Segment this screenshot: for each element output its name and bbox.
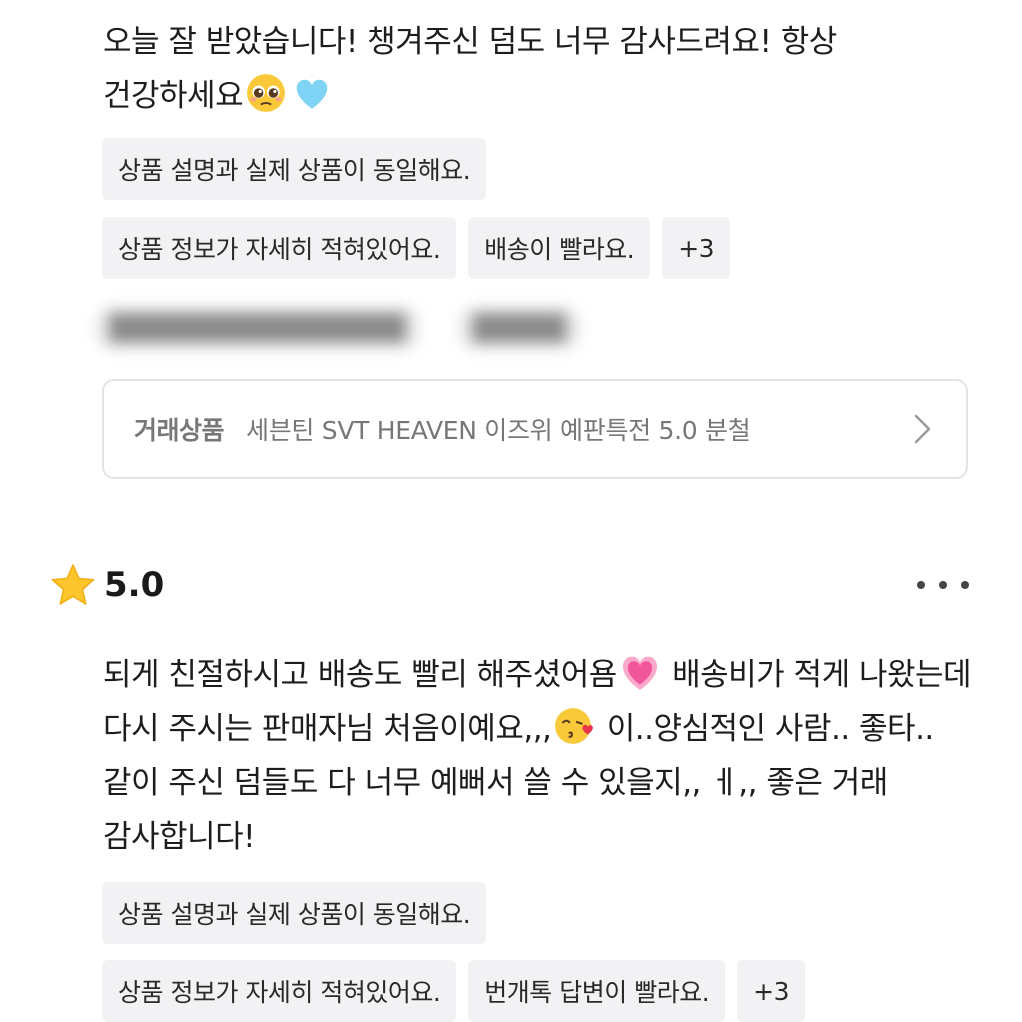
review-tag: 상품 정보가 자세히 적혀있어요. xyxy=(102,217,457,279)
blurred-text: ████████████████ xyxy=(96,306,420,350)
blurred-text: █████ xyxy=(459,306,580,350)
rating-row: 5.0 xyxy=(50,562,164,608)
light-blue-heart-emoji xyxy=(296,79,328,109)
blurred-reviewer-info: ████████████████ █████ xyxy=(96,306,580,350)
more-dot xyxy=(939,581,947,589)
chevron-right-icon xyxy=(914,414,931,444)
growing-heart-emoji xyxy=(622,656,657,690)
more-tags-button[interactable]: +3 xyxy=(737,960,805,1022)
tag-row: 상품 정보가 자세히 적혀있어요. 번개톡 답변이 빨라요. +3 xyxy=(102,960,805,1022)
review-body: 오늘 잘 받았습니다! 챙겨주신 덤도 너무 감사드려요! 항상 건강하세요 xyxy=(103,24,837,114)
trade-product-link[interactable]: 거래상품 세븐틴 SVT HEAVEN 이즈위 예판특전 5.0 분철 xyxy=(102,379,968,479)
review-body: 되게 친절하시고 배송도 빨리 해주셨어욤 xyxy=(103,657,617,693)
trade-label: 거래상품 xyxy=(134,416,225,445)
star-icon xyxy=(51,564,95,605)
review-tag: 상품 설명과 실제 상품이 동일해요. xyxy=(102,882,487,944)
pleading-face-emoji xyxy=(247,74,286,112)
more-icon[interactable] xyxy=(913,570,973,600)
trade-product-title: 세븐틴 SVT HEAVEN 이즈위 예판특전 5.0 분철 xyxy=(246,416,751,445)
tag-row: 상품 설명과 실제 상품이 동일해요. xyxy=(102,138,487,200)
review-tag: 배송이 빨라요. xyxy=(468,217,651,279)
face-blowing-kiss-emoji xyxy=(555,708,594,744)
rating-value: 5.0 xyxy=(104,565,165,605)
more-dot xyxy=(917,581,925,589)
more-tags-button[interactable]: +3 xyxy=(662,217,731,279)
tag-row: 상품 정보가 자세히 적혀있어요. 배송이 빨라요. +3 xyxy=(102,217,731,279)
review-tag: 번개톡 답변이 빨라요. xyxy=(468,960,726,1022)
tag-row: 상품 설명과 실제 상품이 동일해요. xyxy=(102,882,487,944)
review-text: 되게 친절하시고 배송도 빨리 해주셨어욤 배송비가 적게 나왔는데 다시 주시… xyxy=(103,648,973,864)
review-text: 오늘 잘 받았습니다! 챙겨주신 덤도 너무 감사드려요! 항상 건강하세요 xyxy=(103,15,973,123)
more-dot xyxy=(961,581,969,589)
review-tag: 상품 정보가 자세히 적혀있어요. xyxy=(102,960,457,1022)
review-tag: 상품 설명과 실제 상품이 동일해요. xyxy=(102,138,487,200)
